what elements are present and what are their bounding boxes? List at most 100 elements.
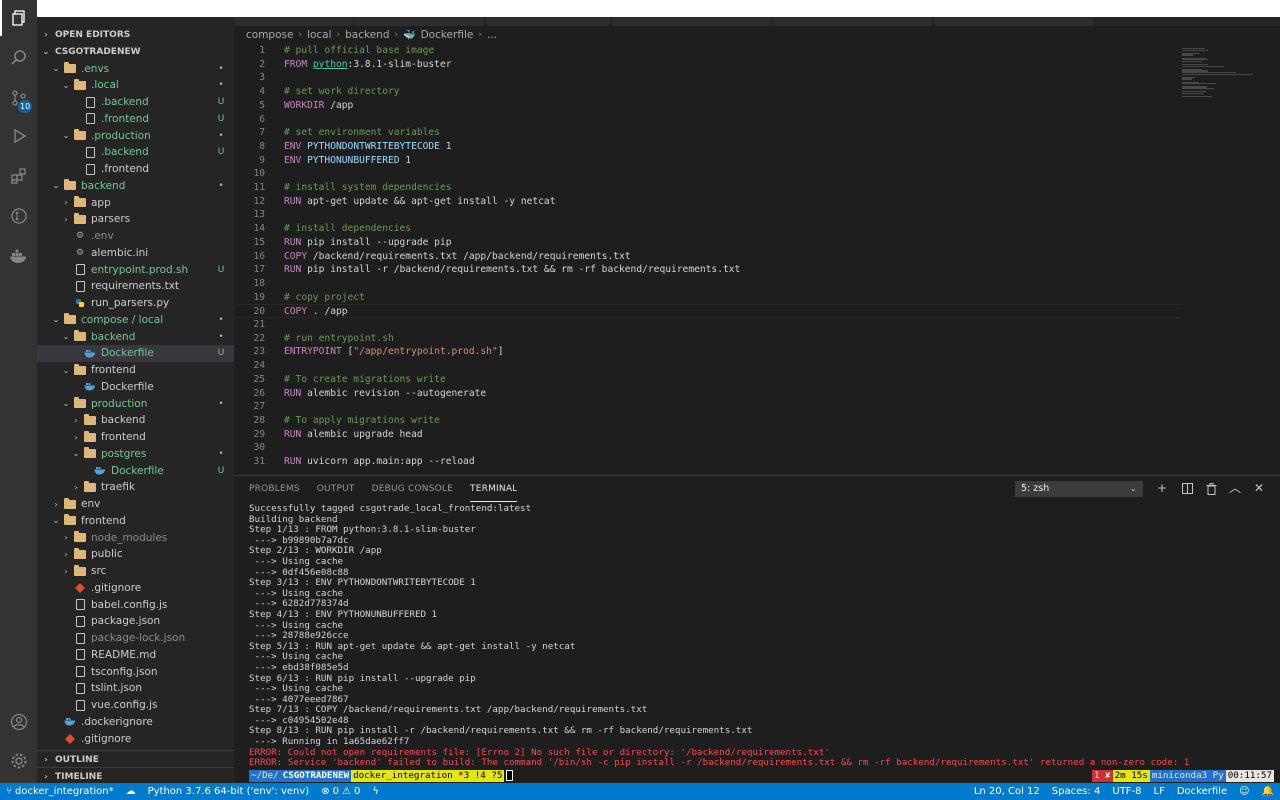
tree-file[interactable]: tslint.json <box>37 680 234 697</box>
code-line: 29 RUN alembic upgrade head <box>234 428 1180 442</box>
open-editors-header[interactable]: › OPEN EDITORS <box>37 26 130 44</box>
end-of-line[interactable]: LF <box>1148 783 1171 800</box>
tree-file[interactable]: .gitignore <box>37 730 234 747</box>
cursor-position[interactable]: Ln 20, Col 12 <box>968 783 1046 800</box>
tree-folder[interactable]: › src <box>37 563 234 580</box>
tree-file[interactable]: .backend U <box>37 94 234 111</box>
docker-icon[interactable] <box>0 238 37 274</box>
tree-file[interactable]: package.json <box>37 613 234 630</box>
tree-file[interactable]: entrypoint.prod.sh U <box>37 261 234 278</box>
chevron-right-icon: › <box>336 30 341 40</box>
notifications-bell-icon[interactable]: 🔔 <box>1256 783 1280 800</box>
tree-folder[interactable]: ⌄ frontend <box>37 362 234 379</box>
tree-file[interactable]: ⚙ alembic.ini <box>37 244 234 261</box>
editor-tab[interactable] <box>234 17 354 26</box>
tree-folder[interactable]: ⌄ compose / local • <box>37 311 234 328</box>
code-editor[interactable]: 1 # pull official base image 2 FROM python:… <box>234 44 1180 474</box>
chevron-right-icon: › <box>64 566 68 576</box>
editor-tab[interactable] <box>486 17 611 26</box>
terminal-output[interactable]: Successfully tagged csgotrade_local_fron… <box>249 504 1274 780</box>
tree-folder[interactable]: ⌄ backend • <box>37 328 234 345</box>
tree-folder[interactable]: ⌄ .production • <box>37 127 234 144</box>
tree-folder[interactable]: › backend <box>37 412 234 429</box>
tree-file[interactable]: ⚙ .env <box>37 228 234 245</box>
line-number: 3 <box>259 72 265 84</box>
sync-status[interactable]: ☁ <box>120 783 142 800</box>
tab-output[interactable]: OUTPUT <box>317 476 355 502</box>
tree-file[interactable]: .frontend U <box>37 110 234 127</box>
extensions-icon[interactable] <box>0 158 37 194</box>
breadcrumb-item[interactable]: Dockerfile <box>421 29 474 41</box>
explorer-icon[interactable] <box>0 0 37 36</box>
language-mode[interactable]: Dockerfile <box>1171 783 1233 800</box>
tree-folder[interactable]: ⌄ backend • <box>37 177 234 194</box>
tree-folder[interactable]: ⌄ .envs • <box>37 60 234 77</box>
chevron-right-icon: › <box>74 482 78 492</box>
search-icon[interactable] <box>0 40 37 76</box>
tree-file[interactable]: .dockerignore <box>37 713 234 730</box>
tab-terminal[interactable]: TERMINAL <box>470 476 518 502</box>
tree-folder[interactable]: › frontend <box>37 429 234 446</box>
problems-status[interactable]: ⊗ 0 ⚠ 0 <box>315 783 366 800</box>
git-graph-icon[interactable] <box>0 198 37 234</box>
editor-tab[interactable] <box>934 17 1094 26</box>
tree-file[interactable]: .frontend <box>37 161 234 178</box>
trash-icon[interactable] <box>1203 480 1219 497</box>
tree-file[interactable]: babel.config.js <box>37 596 234 613</box>
code-text: RUN alembic revision --autogenerate <box>284 387 487 399</box>
feedback-icon[interactable]: ☺ <box>1233 783 1255 800</box>
tree-file[interactable]: requirements.txt <box>37 278 234 295</box>
tree-folder[interactable]: ⌄ .local • <box>37 77 234 94</box>
encoding[interactable]: UTF-8 <box>1106 783 1147 800</box>
editor-tab[interactable] <box>773 17 933 26</box>
add-terminal-icon[interactable]: + <box>1154 480 1170 497</box>
indentation[interactable]: Spaces: 4 <box>1046 783 1107 800</box>
tree-file[interactable]: run_parsers.py <box>37 295 234 312</box>
tree-file[interactable]: README.md <box>37 646 234 663</box>
tree-file[interactable]: vue.config.js <box>37 697 234 714</box>
tree-file[interactable]: Dockerfile U <box>37 344 234 362</box>
tree-folder[interactable]: › app <box>37 194 234 211</box>
breadcrumb-item[interactable]: local <box>307 29 331 41</box>
branch-status[interactable]: ⑂ docker_integration* <box>0 783 120 800</box>
breadcrumb-item[interactable]: backend <box>345 29 389 41</box>
live-share-status[interactable]: ϟ <box>366 783 385 800</box>
tree-file[interactable]: package-lock.json <box>37 630 234 647</box>
tab-debug-console[interactable]: DEBUG CONSOLE <box>372 476 453 502</box>
workspace-root-header[interactable]: ⌄ CSGOTRADENEW <box>37 43 141 61</box>
terminal-prompt[interactable]: ~/De/CSGOTRADENEW docker_integration *3 !… <box>249 770 1274 782</box>
split-terminal-icon[interactable] <box>1179 480 1195 497</box>
editor-tab[interactable] <box>612 17 772 26</box>
account-icon[interactable] <box>0 704 37 740</box>
tree-folder[interactable]: › env <box>37 496 234 513</box>
code-text: COPY /backend/requirements.txt /app/back… <box>284 250 631 262</box>
tree-folder[interactable]: › parsers <box>37 211 234 228</box>
python-interpreter[interactable]: Python 3.7.6 64-bit ('env': venv) <box>142 783 316 800</box>
tree-folder[interactable]: ⌄ postgres • <box>37 445 234 462</box>
tab-problems[interactable]: PROBLEMS <box>249 476 300 502</box>
tree-file[interactable]: Dockerfile <box>37 378 234 395</box>
terminal-select[interactable]: 5: zsh ⌄ <box>1015 481 1143 497</box>
git-status-mark: U <box>217 348 225 359</box>
run-debug-icon[interactable] <box>0 118 37 154</box>
code-text: COPY . /app <box>284 306 348 318</box>
tree-item-label: .backend <box>101 146 149 159</box>
tree-file[interactable]: .gitignore <box>37 579 234 596</box>
editor-tab[interactable] <box>355 17 485 26</box>
source-control-icon[interactable]: 10 <box>0 80 37 116</box>
breadcrumb-item[interactable]: compose <box>246 29 293 41</box>
timeline-section[interactable]: › TIMELINE <box>37 767 234 783</box>
close-panel-icon[interactable]: ✕ <box>1251 480 1267 497</box>
tree-file[interactable]: .backend U <box>37 144 234 161</box>
tree-folder[interactable]: › traefik <box>37 479 234 496</box>
tree-folder[interactable]: ⌄ frontend <box>37 512 234 529</box>
tree-file[interactable]: Dockerfile U <box>37 462 234 479</box>
tree-file[interactable]: tsconfig.json <box>37 663 234 680</box>
tree-folder[interactable]: › node_modules <box>37 529 234 546</box>
breadcrumb-item[interactable]: ... <box>487 29 497 41</box>
settings-gear-icon[interactable] <box>0 743 37 779</box>
minimap[interactable] <box>1180 44 1280 474</box>
maximize-panel-icon[interactable]: ︿ <box>1227 480 1243 497</box>
tree-folder[interactable]: › public <box>37 546 234 563</box>
tree-folder[interactable]: ⌄ production • <box>37 395 234 412</box>
